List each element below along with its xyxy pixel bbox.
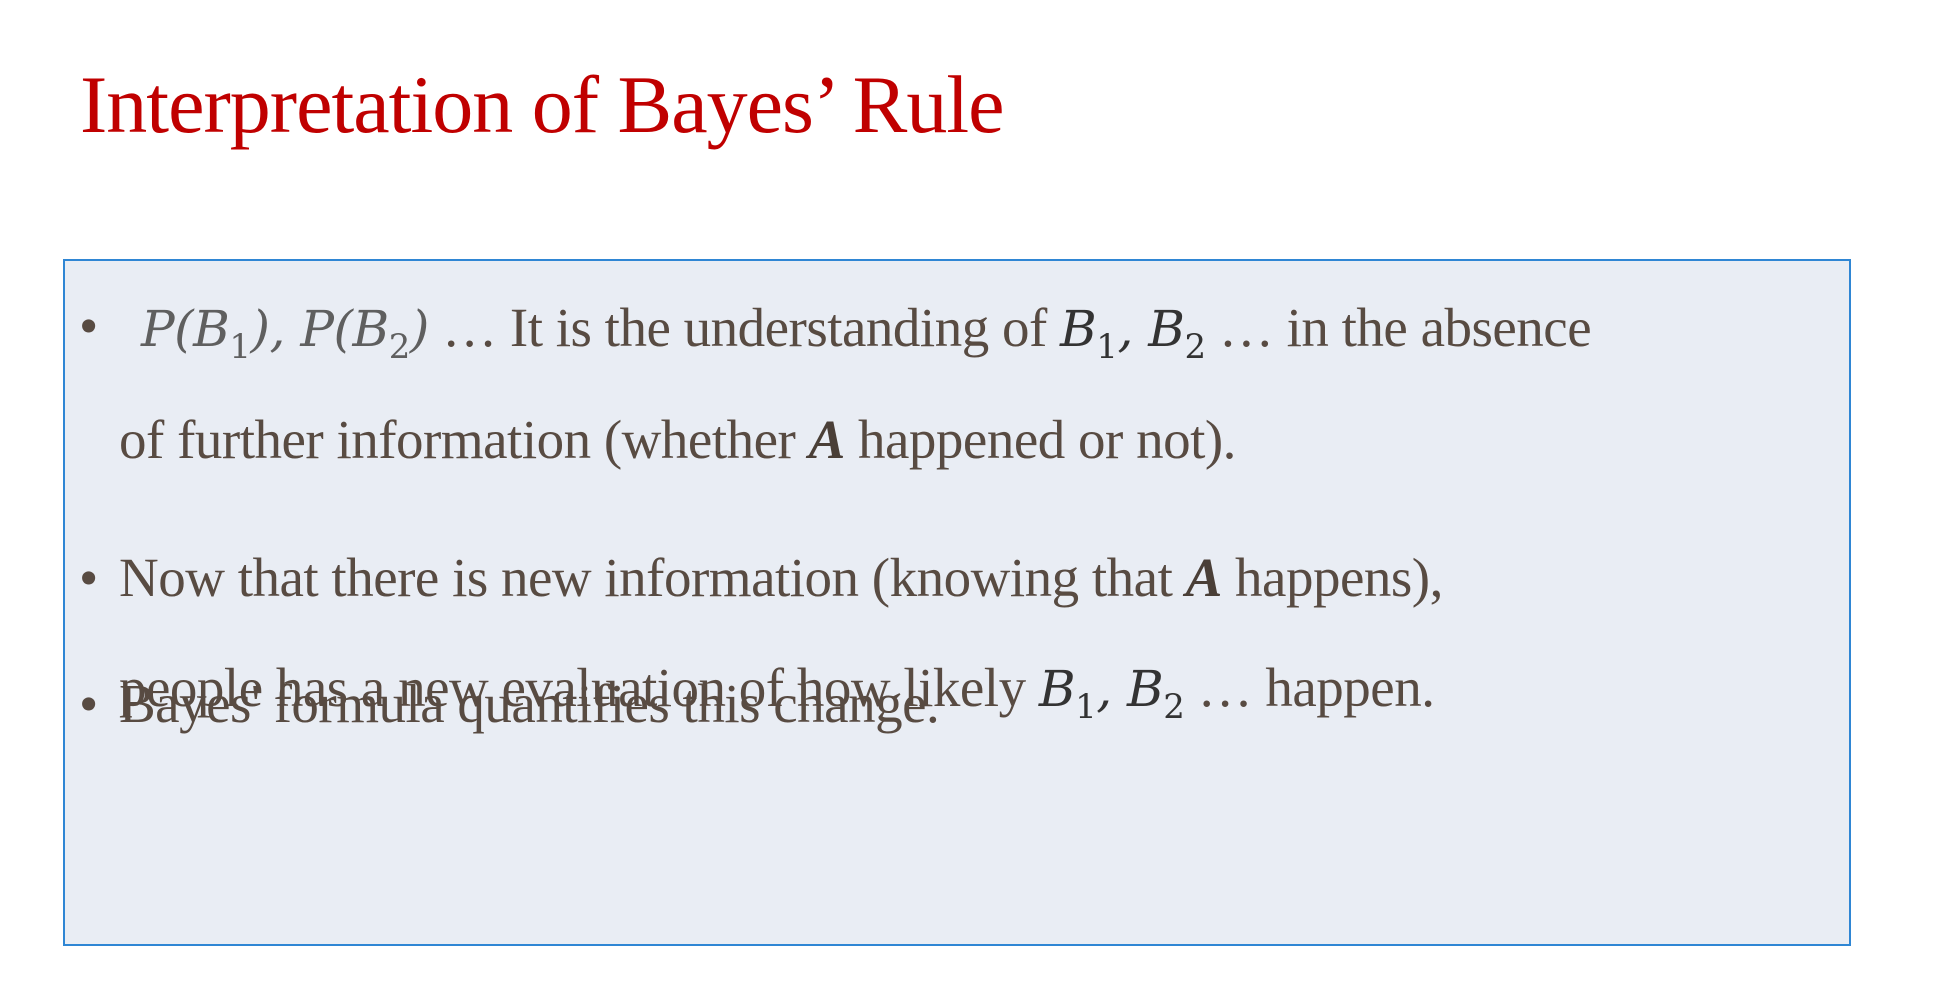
math-events: B1, B2 (1060, 300, 1206, 367)
slide: Interpretation of Bayes’ Rule • P(B1), P… (0, 0, 1936, 986)
bullet-3-line-1: Bayes' formula quantifies this change. (119, 649, 940, 759)
bullet-1-text-d: happened or not). (844, 409, 1236, 470)
bullet-1-line-1: P(B1), P(B2) … It is the understanding o… (141, 273, 1592, 383)
bullet-2-text-d: … happen. (1184, 657, 1435, 718)
bullet-icon: • (79, 673, 98, 734)
math-events: B1, B2 (1038, 660, 1185, 727)
math-prior-probabilities: P(B1), P(B2) (141, 300, 429, 367)
bullet-2-text-b: happens), (1221, 547, 1443, 608)
event-a-emphasis: A (808, 409, 846, 470)
slide-title: Interpretation of Bayes’ Rule (80, 59, 1005, 150)
bullet-1-text-c: of further information (whether (119, 409, 809, 470)
bullet-1-text-b: … in the absence (1205, 297, 1592, 358)
bullet-icon: • (79, 547, 98, 608)
bullet-1-line-2: of further information (whether A happen… (119, 385, 1236, 495)
event-a-emphasis: A (1185, 547, 1223, 608)
bullet-1-text-a: … It is the understanding of (428, 297, 1061, 358)
bullet-2-line-1: Now that there is new information (knowi… (119, 523, 1443, 633)
bullet-icon: • (79, 295, 98, 356)
content-box: • P(B1), P(B2) … It is the understanding… (63, 259, 1851, 946)
bullet-3-text: Bayes' formula quantifies this change. (119, 673, 940, 734)
bullet-2-text-a: Now that there is new information (knowi… (119, 547, 1186, 608)
